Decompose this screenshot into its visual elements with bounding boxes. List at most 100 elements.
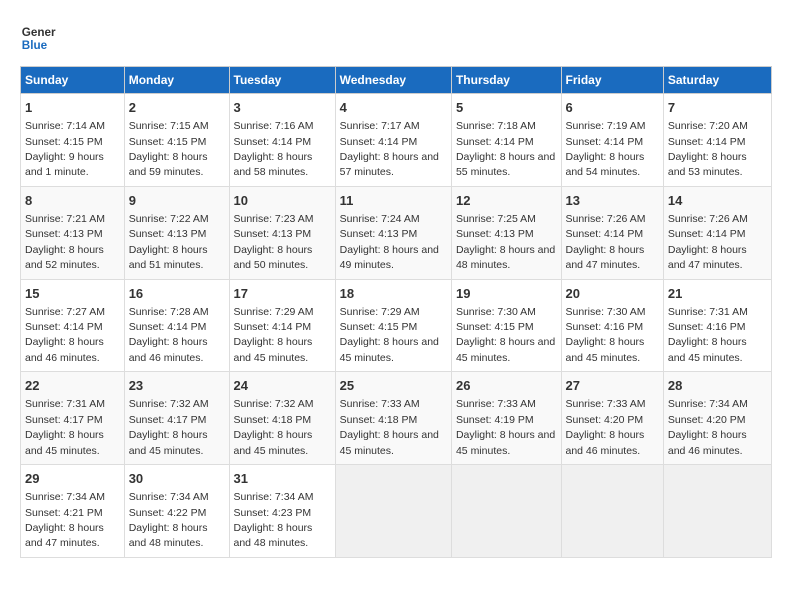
logo-icon: General Blue bbox=[20, 20, 56, 56]
sunrise-text: Sunrise: 7:34 AM bbox=[234, 491, 314, 503]
day-number: 31 bbox=[234, 470, 331, 488]
sunset-text: Sunset: 4:22 PM bbox=[129, 507, 207, 519]
day-number: 4 bbox=[340, 99, 447, 117]
sunset-text: Sunset: 4:15 PM bbox=[340, 321, 418, 333]
sunset-text: Sunset: 4:18 PM bbox=[340, 414, 418, 426]
sunrise-text: Sunrise: 7:32 AM bbox=[129, 398, 209, 410]
sunrise-text: Sunrise: 7:34 AM bbox=[668, 398, 748, 410]
sunrise-text: Sunrise: 7:34 AM bbox=[25, 491, 105, 503]
calendar-cell: 5 Sunrise: 7:18 AM Sunset: 4:14 PM Dayli… bbox=[451, 94, 561, 187]
sunrise-text: Sunrise: 7:31 AM bbox=[668, 306, 748, 318]
daylight-text: Daylight: 8 hours and 57 minutes. bbox=[340, 151, 439, 178]
header-day-sunday: Sunday bbox=[21, 67, 125, 94]
week-row-4: 22 Sunrise: 7:31 AM Sunset: 4:17 PM Dayl… bbox=[21, 372, 772, 465]
sunset-text: Sunset: 4:23 PM bbox=[234, 507, 312, 519]
sunset-text: Sunset: 4:21 PM bbox=[25, 507, 103, 519]
daylight-text: Daylight: 8 hours and 50 minutes. bbox=[234, 244, 313, 271]
sunrise-text: Sunrise: 7:33 AM bbox=[340, 398, 420, 410]
daylight-text: Daylight: 8 hours and 48 minutes. bbox=[234, 522, 313, 549]
calendar-cell: 19 Sunrise: 7:30 AM Sunset: 4:15 PM Dayl… bbox=[451, 279, 561, 372]
calendar-cell: 17 Sunrise: 7:29 AM Sunset: 4:14 PM Dayl… bbox=[229, 279, 335, 372]
daylight-text: Daylight: 8 hours and 45 minutes. bbox=[340, 336, 439, 363]
day-number: 27 bbox=[566, 377, 659, 395]
daylight-text: Daylight: 8 hours and 48 minutes. bbox=[456, 244, 555, 271]
sunrise-text: Sunrise: 7:26 AM bbox=[566, 213, 646, 225]
day-number: 15 bbox=[25, 285, 120, 303]
calendar-cell: 11 Sunrise: 7:24 AM Sunset: 4:13 PM Dayl… bbox=[335, 186, 451, 279]
calendar-cell: 2 Sunrise: 7:15 AM Sunset: 4:15 PM Dayli… bbox=[124, 94, 229, 187]
sunset-text: Sunset: 4:14 PM bbox=[668, 228, 746, 240]
sunrise-text: Sunrise: 7:29 AM bbox=[340, 306, 420, 318]
daylight-text: Daylight: 8 hours and 52 minutes. bbox=[25, 244, 104, 271]
day-number: 11 bbox=[340, 192, 447, 210]
day-number: 12 bbox=[456, 192, 557, 210]
calendar-cell: 9 Sunrise: 7:22 AM Sunset: 4:13 PM Dayli… bbox=[124, 186, 229, 279]
day-number: 8 bbox=[25, 192, 120, 210]
calendar-cell: 26 Sunrise: 7:33 AM Sunset: 4:19 PM Dayl… bbox=[451, 372, 561, 465]
day-number: 29 bbox=[25, 470, 120, 488]
day-number: 13 bbox=[566, 192, 659, 210]
sunrise-text: Sunrise: 7:30 AM bbox=[456, 306, 536, 318]
sunset-text: Sunset: 4:20 PM bbox=[668, 414, 746, 426]
day-number: 7 bbox=[668, 99, 767, 117]
sunset-text: Sunset: 4:14 PM bbox=[566, 136, 644, 148]
day-number: 14 bbox=[668, 192, 767, 210]
sunrise-text: Sunrise: 7:14 AM bbox=[25, 120, 105, 132]
sunrise-text: Sunrise: 7:16 AM bbox=[234, 120, 314, 132]
day-number: 28 bbox=[668, 377, 767, 395]
sunset-text: Sunset: 4:19 PM bbox=[456, 414, 534, 426]
sunset-text: Sunset: 4:15 PM bbox=[25, 136, 103, 148]
calendar-cell: 24 Sunrise: 7:32 AM Sunset: 4:18 PM Dayl… bbox=[229, 372, 335, 465]
sunrise-text: Sunrise: 7:24 AM bbox=[340, 213, 420, 225]
sunrise-text: Sunrise: 7:25 AM bbox=[456, 213, 536, 225]
daylight-text: Daylight: 8 hours and 45 minutes. bbox=[234, 336, 313, 363]
header-row: SundayMondayTuesdayWednesdayThursdayFrid… bbox=[21, 67, 772, 94]
calendar-cell: 27 Sunrise: 7:33 AM Sunset: 4:20 PM Dayl… bbox=[561, 372, 663, 465]
week-row-3: 15 Sunrise: 7:27 AM Sunset: 4:14 PM Dayl… bbox=[21, 279, 772, 372]
day-number: 22 bbox=[25, 377, 120, 395]
day-number: 16 bbox=[129, 285, 225, 303]
calendar-cell: 29 Sunrise: 7:34 AM Sunset: 4:21 PM Dayl… bbox=[21, 465, 125, 558]
calendar-cell: 20 Sunrise: 7:30 AM Sunset: 4:16 PM Dayl… bbox=[561, 279, 663, 372]
header-day-tuesday: Tuesday bbox=[229, 67, 335, 94]
logo: General Blue bbox=[20, 20, 56, 56]
sunset-text: Sunset: 4:17 PM bbox=[25, 414, 103, 426]
calendar-cell: 23 Sunrise: 7:32 AM Sunset: 4:17 PM Dayl… bbox=[124, 372, 229, 465]
day-number: 10 bbox=[234, 192, 331, 210]
sunrise-text: Sunrise: 7:15 AM bbox=[129, 120, 209, 132]
day-number: 18 bbox=[340, 285, 447, 303]
day-number: 2 bbox=[129, 99, 225, 117]
calendar-cell: 1 Sunrise: 7:14 AM Sunset: 4:15 PM Dayli… bbox=[21, 94, 125, 187]
sunset-text: Sunset: 4:14 PM bbox=[234, 321, 312, 333]
week-row-5: 29 Sunrise: 7:34 AM Sunset: 4:21 PM Dayl… bbox=[21, 465, 772, 558]
sunset-text: Sunset: 4:16 PM bbox=[668, 321, 746, 333]
calendar-cell: 28 Sunrise: 7:34 AM Sunset: 4:20 PM Dayl… bbox=[663, 372, 771, 465]
sunset-text: Sunset: 4:14 PM bbox=[25, 321, 103, 333]
daylight-text: Daylight: 8 hours and 45 minutes. bbox=[234, 429, 313, 456]
sunrise-text: Sunrise: 7:20 AM bbox=[668, 120, 748, 132]
calendar-cell: 7 Sunrise: 7:20 AM Sunset: 4:14 PM Dayli… bbox=[663, 94, 771, 187]
calendar-cell: 18 Sunrise: 7:29 AM Sunset: 4:15 PM Dayl… bbox=[335, 279, 451, 372]
header-day-monday: Monday bbox=[124, 67, 229, 94]
calendar-cell: 30 Sunrise: 7:34 AM Sunset: 4:22 PM Dayl… bbox=[124, 465, 229, 558]
daylight-text: Daylight: 8 hours and 45 minutes. bbox=[456, 336, 555, 363]
calendar-table: SundayMondayTuesdayWednesdayThursdayFrid… bbox=[20, 66, 772, 558]
day-number: 21 bbox=[668, 285, 767, 303]
sunset-text: Sunset: 4:14 PM bbox=[566, 228, 644, 240]
header-day-saturday: Saturday bbox=[663, 67, 771, 94]
day-number: 20 bbox=[566, 285, 659, 303]
day-number: 26 bbox=[456, 377, 557, 395]
calendar-cell: 22 Sunrise: 7:31 AM Sunset: 4:17 PM Dayl… bbox=[21, 372, 125, 465]
sunrise-text: Sunrise: 7:33 AM bbox=[456, 398, 536, 410]
daylight-text: Daylight: 8 hours and 49 minutes. bbox=[340, 244, 439, 271]
sunrise-text: Sunrise: 7:30 AM bbox=[566, 306, 646, 318]
day-number: 23 bbox=[129, 377, 225, 395]
day-number: 1 bbox=[25, 99, 120, 117]
daylight-text: Daylight: 8 hours and 54 minutes. bbox=[566, 151, 645, 178]
week-row-2: 8 Sunrise: 7:21 AM Sunset: 4:13 PM Dayli… bbox=[21, 186, 772, 279]
day-number: 30 bbox=[129, 470, 225, 488]
header-day-wednesday: Wednesday bbox=[335, 67, 451, 94]
daylight-text: Daylight: 8 hours and 45 minutes. bbox=[340, 429, 439, 456]
sunrise-text: Sunrise: 7:34 AM bbox=[129, 491, 209, 503]
daylight-text: Daylight: 8 hours and 45 minutes. bbox=[566, 336, 645, 363]
